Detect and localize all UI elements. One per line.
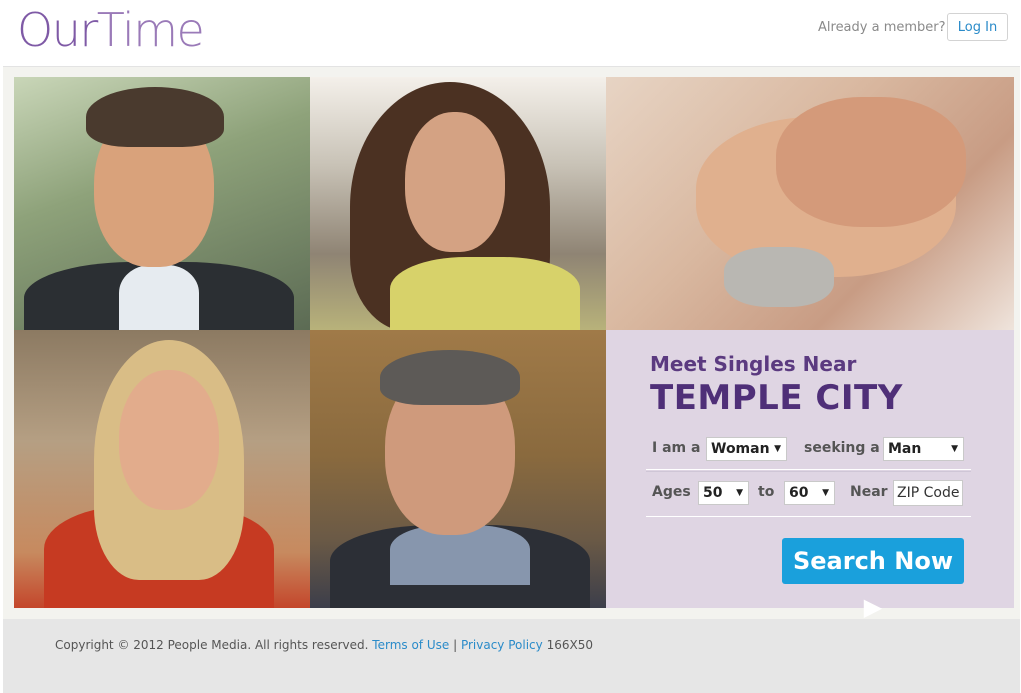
age-min-value: 50 (703, 485, 723, 501)
age-max-select[interactable]: 60 ▼ (784, 481, 835, 505)
chevron-down-icon: ▼ (822, 488, 829, 498)
already-member-text: Already a member? (818, 20, 946, 35)
photo-blonde-woman (14, 330, 310, 608)
near-label: Near (850, 484, 888, 500)
photo-bracelet-shape (724, 247, 834, 307)
photo-shirt-shape (119, 265, 199, 330)
size-note: 166X50 (546, 638, 593, 652)
to-label: to (758, 484, 775, 500)
seeking-label: seeking a (804, 440, 880, 456)
i-am-label: I am a (652, 440, 701, 456)
photo-hand-shape (776, 97, 966, 227)
chevron-down-icon: ▼ (736, 488, 743, 498)
footer-separator: | (453, 638, 458, 652)
age-location-row: Ages 50 ▼ to 60 ▼ Near ZIP Code (646, 471, 971, 517)
login-button[interactable]: Log In (947, 13, 1008, 41)
seeking-select-value: Man (888, 441, 922, 457)
photo-grey-haired-man (310, 330, 606, 608)
site-footer: Copyright © 2012 People Media. All right… (3, 619, 1020, 693)
photo-hair-shape (380, 350, 520, 405)
photo-woman-beach (310, 77, 606, 330)
gender-select[interactable]: Woman ▼ (706, 437, 787, 461)
photo-holding-hands (606, 77, 1014, 330)
photo-face-shape (405, 112, 505, 252)
search-now-button[interactable]: Search Now ▶ (782, 538, 964, 621)
hero-section: Meet Singles Near TEMPLE CITY I am a Wom… (3, 66, 1020, 621)
zip-code-input[interactable]: ZIP Code (893, 480, 963, 506)
photo-face-shape (119, 370, 219, 510)
chevron-down-icon: ▼ (951, 444, 958, 454)
ages-label: Ages (652, 484, 691, 500)
site-header: OurTime Already a member? Log In (0, 0, 1021, 66)
privacy-policy-link[interactable]: Privacy Policy (461, 638, 543, 652)
terms-of-use-link[interactable]: Terms of Use (372, 638, 449, 652)
gender-row: I am a Woman ▼ seeking a Man ▼ (646, 433, 971, 470)
photo-hair-shape (86, 87, 224, 147)
age-min-select[interactable]: 50 ▼ (698, 481, 749, 505)
logo-text-time: Time (96, 3, 205, 57)
panel-headline: Meet Singles Near (650, 352, 857, 376)
search-panel: Meet Singles Near TEMPLE CITY I am a Wom… (606, 330, 1014, 621)
footer-text: Copyright © 2012 People Media. All right… (55, 638, 593, 652)
gender-select-value: Woman (711, 441, 770, 457)
photo-top-shape (390, 257, 580, 330)
copyright-text: Copyright © 2012 People Media. All right… (55, 638, 369, 652)
logo-text-our: Our (17, 3, 98, 57)
ourtime-logo[interactable]: OurTime (17, 2, 205, 58)
chevron-down-icon: ▼ (774, 444, 781, 454)
age-max-value: 60 (789, 485, 809, 501)
seeking-select[interactable]: Man ▼ (883, 437, 964, 461)
photo-man-suit (14, 77, 310, 330)
panel-city: TEMPLE CITY (650, 378, 903, 418)
